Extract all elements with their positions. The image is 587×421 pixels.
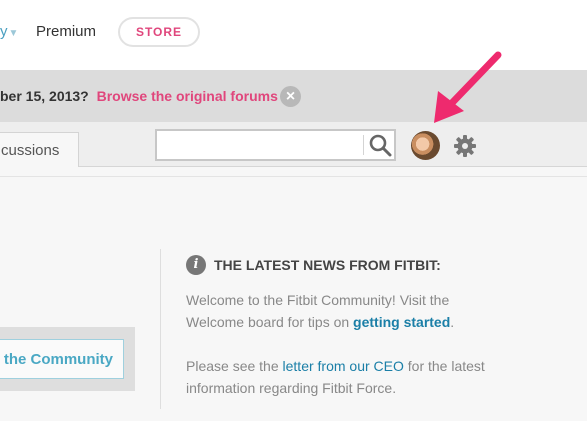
browse-forums-link[interactable]: Browse the original forums [97,88,278,104]
notice-message: ber 15, 2013? [0,88,89,104]
info-icon: i [186,255,206,275]
column-divider [160,249,161,409]
search-icon[interactable] [368,133,392,157]
notice-text: ber 15, 2013? Browse the original forums [0,88,278,104]
nav-item-partial[interactable]: y▼ [0,23,18,40]
ask-community-button[interactable]: k the Community [0,339,124,379]
search-box [155,129,396,161]
news-paragraph-welcome: Welcome to the Fitbit Community! Visit t… [186,289,486,333]
ceo-letter-link[interactable]: letter from our CEO [283,358,404,374]
content-separator [0,176,587,177]
pointer-arrow [434,51,502,123]
tab-discussions[interactable]: cussions [0,132,79,167]
welcome-period: . [450,314,455,330]
close-icon[interactable]: × [280,86,301,107]
store-button[interactable]: STORE [118,17,200,47]
nav-item-partial-label[interactable]: y [0,23,8,40]
chevron-down-icon[interactable]: ▼ [9,28,19,39]
community-panel: k the Community [0,327,135,391]
getting-started-link[interactable]: getting started [353,314,450,330]
news-body: Welcome to the Fitbit Community! Visit t… [186,289,486,421]
ceo-intro-text: Please see the [186,358,279,374]
search-input[interactable] [161,135,365,157]
nav-item-premium[interactable]: Premium [36,23,96,40]
news-heading: THE LATEST NEWS FROM FITBIT: [214,257,441,273]
news-paragraph-ceo: Please see the letter from our CEO for t… [186,355,486,399]
search-divider [363,135,364,155]
